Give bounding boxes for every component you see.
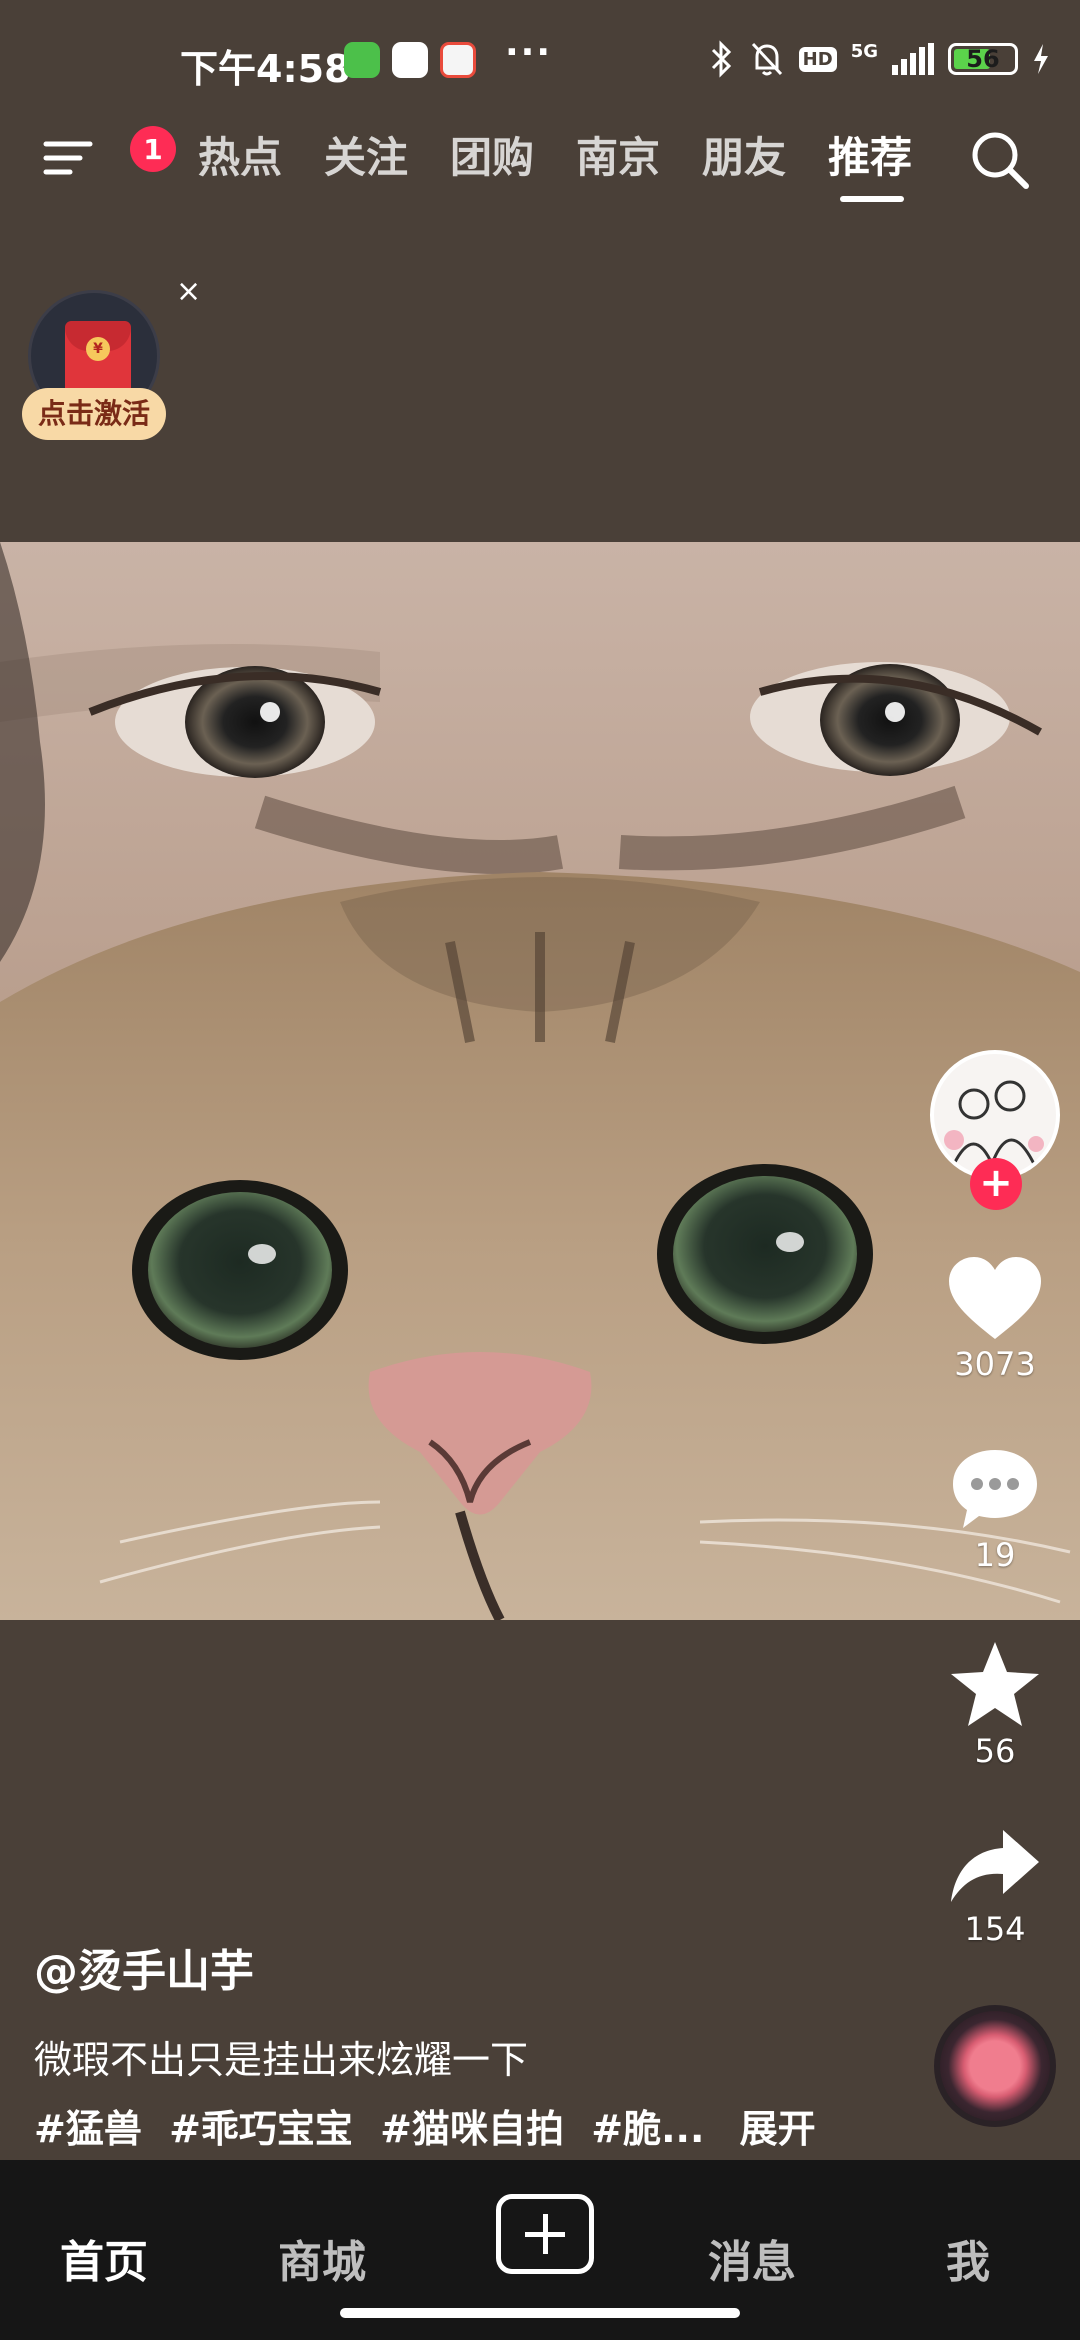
tab-friends[interactable]: 朋友 xyxy=(702,124,786,185)
cat-app-icon xyxy=(344,42,380,78)
nav-messages[interactable]: 消息 xyxy=(672,2226,832,2290)
search-button[interactable] xyxy=(968,128,1032,192)
comment-icon xyxy=(953,1450,1037,1528)
close-icon[interactable]: × xyxy=(176,274,201,309)
video-description: 微瑕不出只是挂出来炫耀一下 xyxy=(34,2038,529,2082)
hd-icon: HD xyxy=(798,46,837,72)
search-icon xyxy=(972,132,1029,189)
red-packet-widget[interactable]: ¥ 点击激活 × xyxy=(22,274,201,450)
video-caption: @烫手山芋 微瑕不出只是挂出来炫耀一下 #猛兽 #乖巧宝宝 #猫咪自拍 #脆..… xyxy=(34,1935,914,2153)
hashtag[interactable]: #脆... xyxy=(591,2107,704,2151)
bell-muted-icon xyxy=(751,42,782,76)
bluetooth-icon xyxy=(711,40,731,78)
home-indicator[interactable] xyxy=(340,2308,740,2318)
video-player[interactable] xyxy=(0,542,1080,1620)
like-button[interactable]: 3073 xyxy=(930,1255,1060,1383)
follow-button[interactable]: + xyxy=(970,1158,1022,1210)
menu-button[interactable]: 1 xyxy=(40,126,176,190)
tab-nanjing[interactable]: 南京 xyxy=(576,124,660,185)
hashtag[interactable]: #乖巧宝宝 xyxy=(169,2107,353,2151)
favorite-count: 56 xyxy=(974,1732,1016,1770)
charging-icon xyxy=(1034,44,1048,74)
music-disc-icon[interactable] xyxy=(934,2005,1056,2127)
hashtag[interactable]: #猛兽 xyxy=(34,2107,142,2151)
cloud-app-icon xyxy=(392,42,428,78)
tab-recommended[interactable]: 推荐 xyxy=(828,124,912,185)
status-bar: 下午4:58 ··· HD 5G 56 xyxy=(0,30,1080,94)
activate-label[interactable]: 点击激活 xyxy=(22,388,166,440)
star-icon xyxy=(951,1642,1039,1726)
top-nav: 1 热点 关注 团购 南京 朋友 推荐 xyxy=(0,110,1080,210)
comment-count: 19 xyxy=(974,1536,1016,1574)
favorite-button[interactable]: 56 xyxy=(930,1640,1060,1770)
nav-me[interactable]: 我 xyxy=(888,2226,1048,2290)
like-count: 3073 xyxy=(954,1345,1036,1383)
menu-icon xyxy=(43,141,93,175)
author-name[interactable]: @烫手山芋 xyxy=(34,1935,914,1999)
share-count: 154 xyxy=(964,1910,1026,1948)
share-button[interactable]: 154 xyxy=(930,1826,1060,1948)
nav-home[interactable]: 首页 xyxy=(24,2226,184,2290)
more-notifications-icon: ··· xyxy=(505,32,553,73)
comment-button[interactable]: 19 xyxy=(930,1446,1060,1574)
status-indicators: HD 5G 56 xyxy=(709,40,1050,78)
nav-mall[interactable]: 商城 xyxy=(242,2226,402,2290)
hashtag[interactable]: #猫咪自拍 xyxy=(380,2107,564,2151)
hashtag-list: #猛兽 #乖巧宝宝 #猫咪自拍 #脆... 展开 xyxy=(34,2098,914,2153)
coin-icon: ¥ xyxy=(86,337,110,361)
bottom-nav: 首页 商城 消息 我 xyxy=(0,2160,1080,2340)
tab-hot[interactable]: 热点 xyxy=(198,124,282,185)
menu-notification-badge: 1 xyxy=(130,126,176,172)
create-button[interactable] xyxy=(496,2194,594,2274)
video-frame-image xyxy=(0,542,1080,1620)
tab-following[interactable]: 关注 xyxy=(324,124,408,185)
app-screen: 下午4:58 ··· HD 5G 56 1 热点 关注 团购 南京 朋友 推荐 … xyxy=(0,0,1080,2340)
tab-group-buy[interactable]: 团购 xyxy=(450,124,534,185)
heart-icon xyxy=(949,1257,1041,1339)
network-type: 5G xyxy=(850,40,878,62)
status-time: 下午4:58 xyxy=(180,47,351,91)
active-tab-indicator xyxy=(840,196,904,202)
share-arrow-icon xyxy=(951,1830,1039,1902)
expand-button[interactable]: 展开 xyxy=(740,2107,816,2151)
signal-icon xyxy=(892,43,934,75)
battery-icon: 56 xyxy=(948,43,1018,75)
battery-percent: 56 xyxy=(966,45,1000,73)
58-app-icon xyxy=(440,42,476,78)
